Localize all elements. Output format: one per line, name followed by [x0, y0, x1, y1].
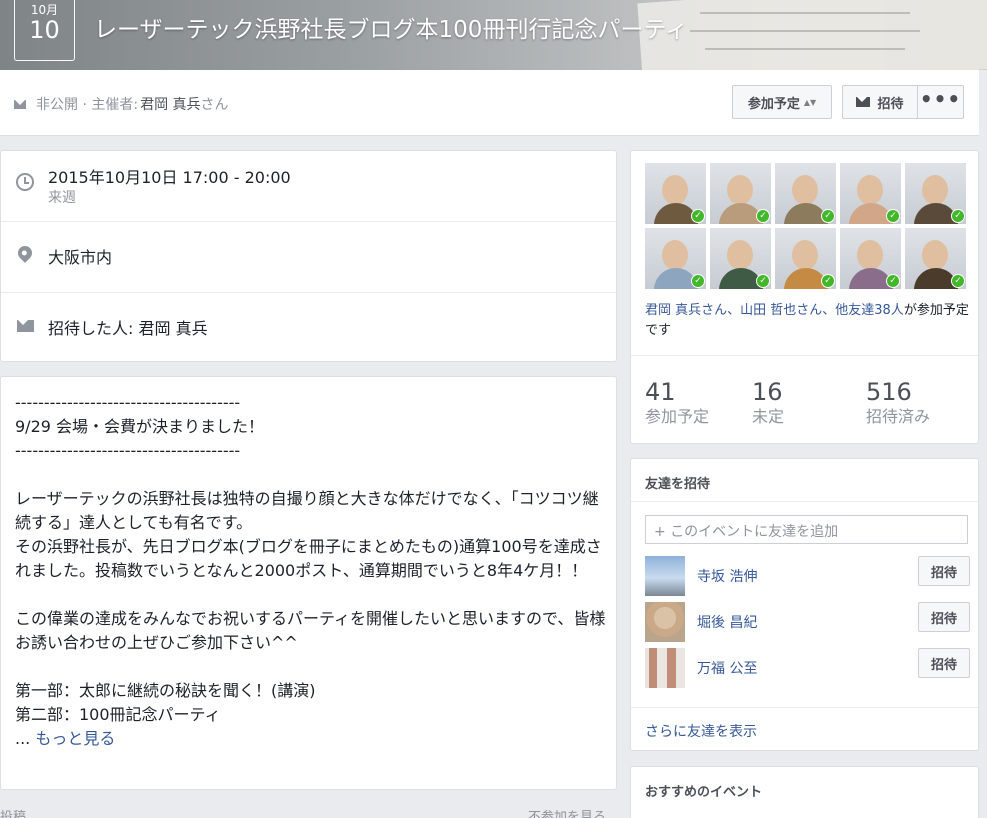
avatar[interactable]: ✓ [775, 228, 836, 289]
invite-friend-button[interactable]: 招待 [918, 556, 970, 586]
cover-photo [637, 0, 987, 70]
friend-row: 堀後 昌紀 招待 [645, 602, 970, 642]
guest-summary: 君岡 真兵さん、山田 哲也さん、他友達38人が参加予定です [645, 301, 970, 341]
see-declined-link[interactable]: 不参加を見る [528, 806, 606, 818]
event-date-badge: 10月 10 [14, 0, 75, 61]
event-relative-date: 来週 [48, 190, 76, 206]
date-month: 10月 [30, 3, 59, 17]
avatar[interactable]: ✓ [710, 228, 771, 289]
invite-friends-title: 友達を招待 [645, 477, 711, 492]
posts-label: 投稿 [0, 810, 27, 818]
avatar[interactable]: ✓ [645, 228, 706, 289]
avatar[interactable] [645, 556, 685, 596]
host-link[interactable]: 君岡 真兵 [140, 94, 200, 114]
avatar[interactable]: ✓ [840, 228, 901, 289]
going-button[interactable]: 参加予定 ▲▼ [732, 85, 832, 119]
stat-label: 参加予定 [645, 407, 710, 426]
cover-detail [705, 48, 905, 50]
invite-button[interactable]: 招待 [842, 85, 918, 119]
invite-friend-button[interactable]: 招待 [918, 602, 970, 632]
location-pin-icon [15, 243, 35, 263]
invite-friend-button[interactable]: 招待 [918, 648, 970, 678]
friend-row: 寺坂 浩伸 招待 [645, 556, 970, 596]
check-icon: ✓ [886, 274, 900, 288]
envelope-icon [856, 97, 871, 107]
recommended-events-title: おすすめのイベント [645, 785, 763, 800]
stat-maybe[interactable]: 16 未定 [752, 378, 784, 428]
event-datetime: 2015年10月10日 17:00 - 20:00 [48, 168, 291, 187]
avatar[interactable]: ✓ [645, 163, 706, 224]
stat-number: 516 [866, 378, 912, 406]
invited-by: 招待した人: 君岡 真兵 [48, 319, 208, 338]
check-icon: ✓ [951, 274, 965, 288]
avatar[interactable]: ✓ [905, 228, 966, 289]
avatar[interactable]: ✓ [775, 163, 836, 224]
see-more-friends-link[interactable]: さらに友達を表示 [645, 721, 757, 741]
guest-list-panel: ✓ ✓ ✓ ✓ ✓ ✓ ✓ ✓ ✓ ✓ 君岡 真兵さん、山田 哲也さん、他友達3… [630, 150, 979, 444]
avatar[interactable]: ✓ [905, 163, 966, 224]
event-invited-by-row: 招待した人: 君岡 真兵 [1, 293, 616, 362]
check-icon: ✓ [821, 274, 835, 288]
invite-label: 招待 [877, 96, 904, 112]
description-text: --------------------------------------- … [15, 393, 606, 724]
add-friend-input[interactable]: + このイベントに友達を追加 [645, 515, 968, 544]
guest-avatars: ✓ ✓ ✓ ✓ ✓ ✓ ✓ ✓ ✓ ✓ [645, 163, 971, 289]
stat-number: 16 [752, 378, 783, 406]
stat-invited[interactable]: 516 招待済み [866, 378, 930, 428]
more-options-button[interactable]: ••• [917, 85, 964, 119]
friend-name[interactable]: 寺坂 浩伸 [697, 566, 757, 586]
check-icon: ✓ [951, 209, 965, 223]
event-details-panel: 2015年10月10日 17:00 - 20:00 来週 大阪市内 招待した人:… [0, 150, 617, 362]
invite-friends-panel: 友達を招待 + このイベントに友達を追加 寺坂 浩伸 招待 堀後 昌紀 招待 万… [630, 458, 979, 751]
sort-arrow-icon: ▲▼ [803, 97, 817, 107]
stat-number: 41 [645, 378, 676, 406]
avatar[interactable]: ✓ [710, 163, 771, 224]
friend-name[interactable]: 堀後 昌紀 [697, 612, 757, 632]
friend-name[interactable]: 万福 公至 [697, 658, 757, 678]
stat-label: 未定 [752, 407, 785, 426]
privacy-label: 非公開 · 主催者: [36, 97, 139, 113]
check-icon: ✓ [886, 209, 900, 223]
avatar[interactable] [645, 648, 685, 688]
avatar[interactable] [645, 602, 685, 642]
avatar[interactable]: ✓ [840, 163, 901, 224]
recommended-events-panel: おすすめのイベント [630, 766, 979, 818]
event-title: レーザーテック浜野社長ブログ本100冊刊行記念パーティ [94, 17, 689, 43]
cover-detail [690, 30, 920, 32]
check-icon: ✓ [691, 274, 705, 288]
check-icon: ✓ [756, 209, 770, 223]
check-icon: ✓ [691, 209, 705, 223]
check-icon: ✓ [821, 209, 835, 223]
divider [631, 707, 978, 708]
event-location-row[interactable]: 大阪市内 [1, 222, 616, 293]
host-suffix: さん [200, 97, 229, 113]
event-action-bar: 非公開 · 主催者: 君岡 真兵 さん 参加予定 ▲▼ 招待 ••• [0, 70, 979, 136]
event-privacy: 非公開 · 主催者: 君岡 真兵 さん [14, 94, 229, 114]
date-day: 10 [29, 16, 60, 44]
envelope-icon [17, 320, 34, 332]
event-cover: 10月 10 レーザーテック浜野社長ブログ本100冊刊行記念パーティ [0, 0, 987, 70]
guest-names-link[interactable]: 君岡 真兵さん、山田 哲也さん、他友達38人 [645, 303, 904, 318]
event-description: --------------------------------------- … [15, 391, 607, 751]
see-more-link[interactable]: もっと見る [35, 729, 115, 748]
guest-stats: 41 参加予定 16 未定 516 招待済み [631, 355, 978, 444]
divider [631, 501, 978, 502]
clock-icon [16, 173, 34, 191]
going-label: 参加予定 [747, 96, 800, 112]
event-time-row[interactable]: 2015年10月10日 17:00 - 20:00 来週 [1, 151, 616, 222]
more-prefix: ... [15, 729, 36, 748]
check-icon: ✓ [756, 274, 770, 288]
stat-going[interactable]: 41 参加予定 [645, 378, 709, 428]
event-description-panel: --------------------------------------- … [0, 376, 617, 790]
event-location: 大阪市内 [48, 248, 113, 267]
stat-label: 招待済み [866, 407, 931, 426]
envelope-icon [14, 99, 26, 109]
friend-row: 万福 公至 招待 [645, 648, 970, 688]
cover-detail [700, 12, 910, 14]
